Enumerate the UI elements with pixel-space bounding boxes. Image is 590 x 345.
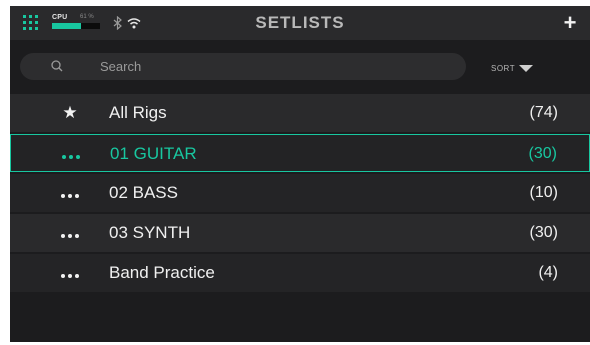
top-bar: CPU 61 % SETLISTS + <box>10 6 590 40</box>
sort-label: SORT <box>491 64 516 73</box>
setlist-item-all-rigs[interactable]: ★ All Rigs (74) <box>10 94 590 132</box>
setlist-item-band-practice[interactable]: Band Practice (4) <box>10 254 590 292</box>
more-icon[interactable] <box>60 214 80 252</box>
more-icon[interactable] <box>60 254 80 292</box>
setlist-name: All Rigs <box>109 103 167 122</box>
setlist-item-02-bass[interactable]: 02 BASS (10) <box>10 174 590 212</box>
setlist-name: 02 BASS <box>109 183 178 202</box>
more-icon[interactable] <box>61 135 81 173</box>
setlist-count: (74) <box>529 104 558 121</box>
setlists-screen: CPU 61 % SETLISTS + Search SORT ★ All Ri… <box>10 6 590 342</box>
setlist-item-03-synth[interactable]: 03 SYNTH (30) <box>10 214 590 252</box>
setlist-name: Band Practice <box>109 263 215 282</box>
search-input[interactable]: Search <box>100 53 450 80</box>
add-setlist-button[interactable]: + <box>556 8 584 38</box>
setlist-count: (30) <box>528 145 557 162</box>
star-icon: ★ <box>62 103 78 122</box>
setlist-count: (30) <box>529 224 558 241</box>
more-icon[interactable] <box>60 174 80 212</box>
setlist-name: 03 SYNTH <box>109 223 191 242</box>
setlist-count: (4) <box>538 264 558 281</box>
setlist-count: (10) <box>529 184 558 201</box>
search-icon <box>51 60 63 72</box>
caret-down-icon <box>519 65 533 72</box>
page-title: SETLISTS <box>255 13 345 32</box>
setlist-item-01-guitar[interactable]: 01 GUITAR (30) <box>10 134 590 172</box>
setlist-name: 01 GUITAR <box>110 144 197 163</box>
sort-button[interactable]: SORT <box>491 60 551 76</box>
search-bar[interactable]: Search <box>20 53 466 80</box>
